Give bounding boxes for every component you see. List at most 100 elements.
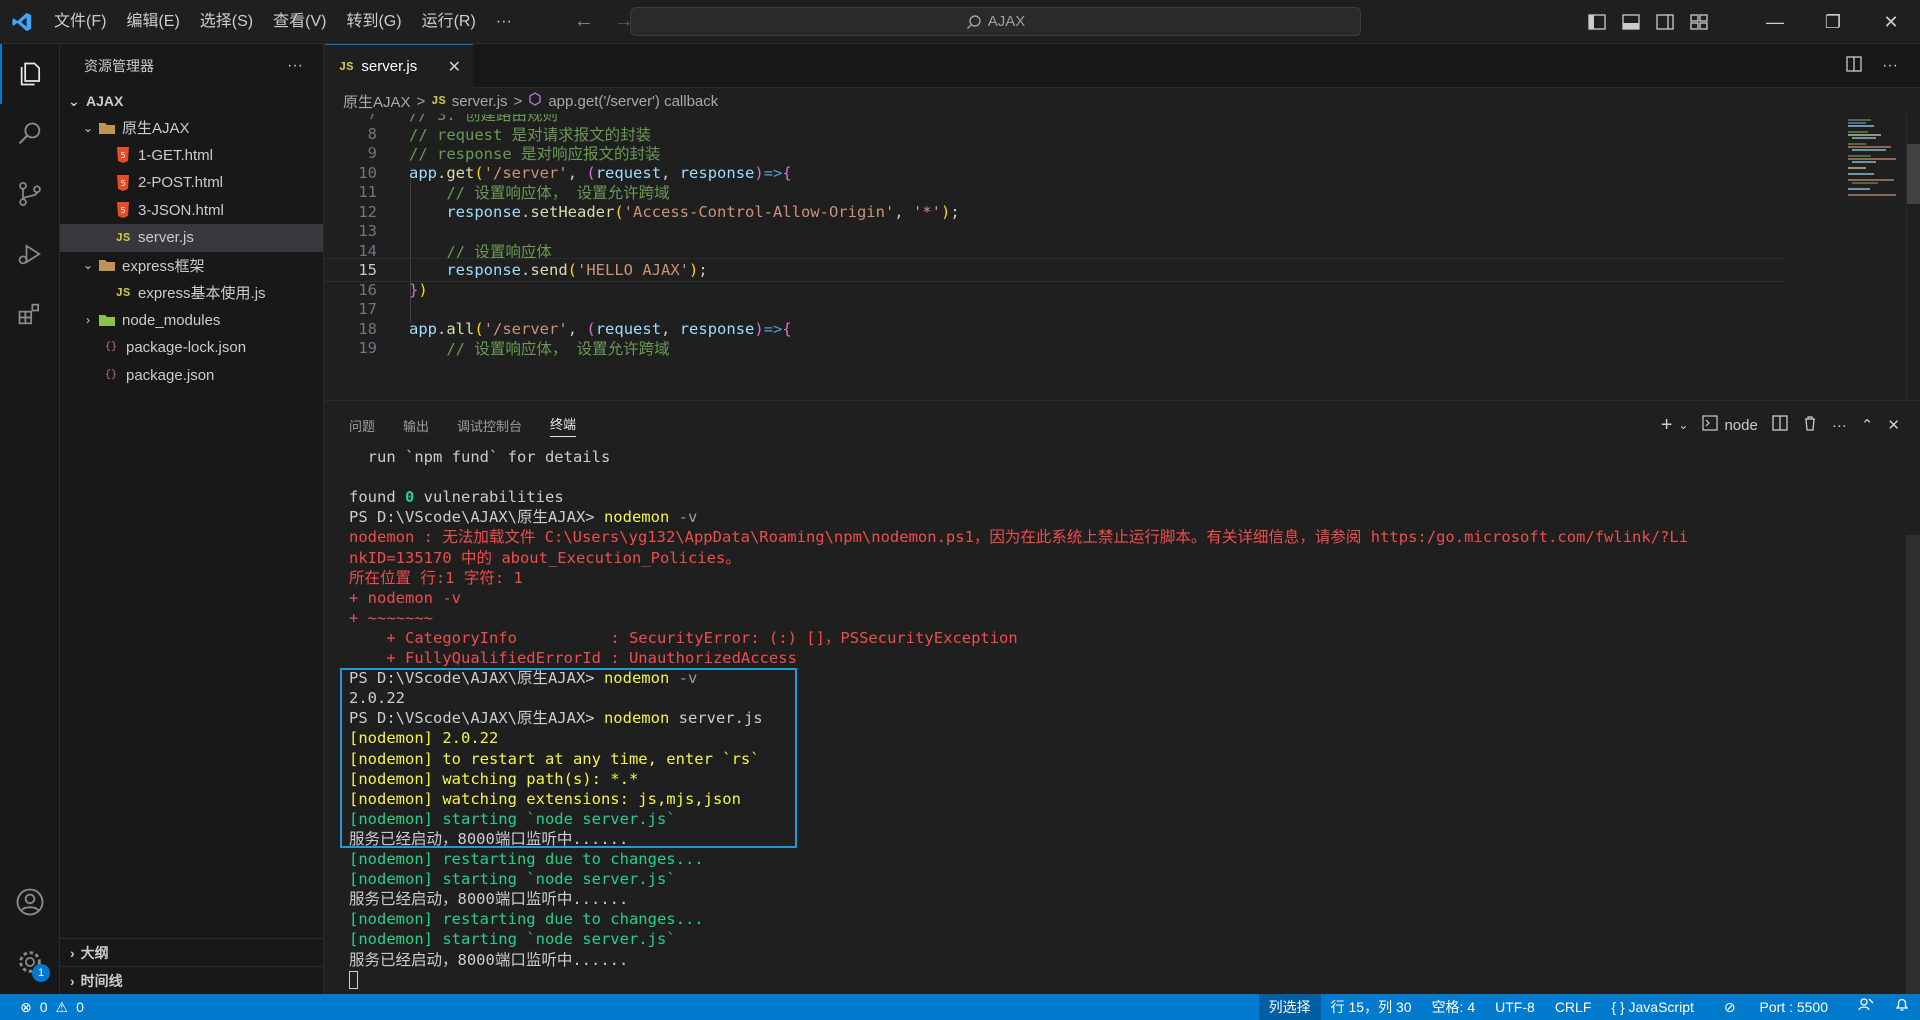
live-server-port[interactable]: ⊘ Port : 5500	[1704, 994, 1848, 1020]
terminal-line: [nodemon] starting `node server.js`	[349, 930, 676, 949]
timeline-section[interactable]: › 时间线	[60, 966, 324, 994]
customize-layout-icon[interactable]	[1682, 0, 1716, 44]
accounts-icon[interactable]	[0, 872, 60, 932]
outline-section[interactable]: › 大纲	[60, 938, 324, 966]
tab-close-icon[interactable]: ✕	[448, 57, 461, 77]
tree-item-express-basic-js[interactable]: JS express基本使用.js	[60, 279, 323, 307]
language-mode[interactable]: { } JavaScript	[1601, 994, 1704, 1020]
code-line[interactable]: 19 // 设置响应体， 设置允许跨域	[325, 336, 1785, 360]
selection-mode[interactable]: 列选择	[1258, 994, 1321, 1020]
line-number: 15	[358, 261, 377, 279]
error-icon: ⊗	[20, 998, 32, 1015]
more-actions-icon[interactable]: ···	[1832, 417, 1847, 434]
line-ending[interactable]: CRLF	[1545, 994, 1602, 1020]
toggle-sidebar-icon[interactable]	[1580, 0, 1614, 44]
menu-run[interactable]: 运行(R)	[412, 0, 486, 44]
indentation[interactable]: 空格: 4	[1422, 994, 1486, 1020]
code-editor[interactable]: 7// 3. 创建路由规则 8// request 是对请求报文的封装 9// re…	[325, 114, 1920, 400]
line-number: 16	[358, 280, 377, 299]
javascript-file-icon: JS	[115, 285, 131, 300]
tree-item-package-json[interactable]: {} package.json	[60, 362, 323, 390]
workspace-root[interactable]: ⌄ AJAX	[60, 88, 323, 114]
terminal-icon	[1702, 415, 1719, 435]
json-file-icon: {}	[104, 369, 117, 381]
tree-item-folder-yuansheng-ajax[interactable]: ⌄ 原生AJAX	[60, 114, 323, 142]
menu-bar: 文件(F) 编辑(E) 选择(S) 查看(V) 转到(G) 运行(R) ···	[44, 0, 522, 44]
new-terminal-plus-icon[interactable]: +	[1661, 414, 1673, 437]
outline-label: 大纲	[80, 944, 109, 961]
tree-item-node-modules[interactable]: › node_modules	[60, 307, 323, 335]
tree-item-folder-express[interactable]: ⌄ express框架	[60, 252, 323, 280]
tree-item-get-html[interactable]: 5 1-GET.html	[60, 142, 323, 170]
explorer-icon[interactable]	[0, 44, 60, 104]
split-terminal-icon[interactable]	[1772, 415, 1788, 435]
command-center-search[interactable]: AJAX	[630, 7, 1361, 36]
explorer-more-button[interactable]: ···	[287, 57, 303, 75]
source-control-icon[interactable]	[0, 164, 60, 224]
problems-indicator[interactable]: ⊗ 0 ⚠ 0	[0, 999, 84, 1016]
minimize-icon[interactable]: —	[1746, 0, 1804, 44]
notifications-bell-icon[interactable]	[1884, 994, 1920, 1020]
menu-view[interactable]: 查看(V)	[263, 0, 336, 44]
search-view-icon[interactable]	[0, 104, 60, 164]
menu-more[interactable]: ···	[486, 0, 522, 44]
folder-open-icon	[96, 121, 118, 135]
line-number: 8	[367, 124, 377, 143]
minimap[interactable]	[1796, 114, 1906, 400]
tree-item-post-html[interactable]: 5 2-POST.html	[60, 169, 323, 197]
terminal-line: + CategoryInfo : SecurityError: (:) []，P…	[349, 628, 1018, 647]
menu-file[interactable]: 文件(F)	[44, 0, 116, 44]
tab-debug-console[interactable]: 调试控制台	[457, 416, 522, 435]
run-debug-icon[interactable]	[0, 224, 60, 284]
maximize-panel-chevron-up-icon[interactable]: ⌃	[1861, 416, 1874, 434]
editor-scrollbar[interactable]	[1906, 114, 1920, 400]
tree-item-server-js[interactable]: JS server.js	[60, 224, 323, 252]
terminal-scrollbar[interactable]	[1906, 535, 1920, 995]
extensions-icon[interactable]	[0, 284, 60, 344]
cursor-position[interactable]: 行 15，列 30	[1321, 994, 1422, 1020]
terminal-name[interactable]: node	[1724, 417, 1757, 434]
breadcrumb-symbol[interactable]: app.get('/server') callback	[548, 93, 718, 110]
menu-edit[interactable]: 编辑(E)	[116, 0, 189, 44]
close-panel-icon[interactable]: ✕	[1887, 416, 1900, 434]
more-actions-icon[interactable]: ···	[1882, 57, 1898, 75]
tab-problems[interactable]: 问题	[349, 416, 375, 435]
toggle-panel-icon[interactable]	[1614, 0, 1648, 44]
trash-icon[interactable]	[1802, 415, 1818, 435]
split-editor-icon[interactable]	[1846, 55, 1862, 77]
toggle-secondary-sidebar-icon[interactable]	[1648, 0, 1682, 44]
tree-item-package-lock-json[interactable]: {} package-lock.json	[60, 334, 323, 362]
encoding[interactable]: UTF-8	[1485, 994, 1545, 1020]
close-window-icon[interactable]: ✕	[1862, 0, 1920, 44]
restore-icon[interactable]: ❐	[1804, 0, 1862, 44]
activity-bar: 1	[0, 44, 60, 994]
explorer-title: 资源管理器	[84, 58, 154, 74]
chevron-right-icon: ›	[70, 972, 75, 989]
breadcrumb-folder[interactable]: 原生AJAX	[343, 91, 411, 112]
feedback-icon[interactable]	[1848, 994, 1884, 1020]
settings-gear-icon[interactable]: 1	[0, 932, 60, 992]
tree-item-json-html[interactable]: 5 3-JSON.html	[60, 197, 323, 225]
menu-go[interactable]: 转到(G)	[336, 0, 411, 44]
terminal-line: found 0 vulnerabilities	[349, 488, 564, 507]
back-arrow-icon[interactable]: ←	[574, 10, 594, 33]
search-icon	[966, 14, 981, 29]
code-text: // 设置响应体， 设置允许跨域	[409, 340, 670, 358]
terminal-line: run `npm fund` for details	[349, 448, 611, 466]
symbol-method-icon	[528, 92, 542, 110]
code-text: app.get('/server', (request, response)=>…	[409, 163, 792, 182]
tree-item-label: node_modules	[122, 311, 221, 329]
terminal-output[interactable]: run `npm fund` for details found 0 vulner…	[349, 447, 1869, 990]
tab-terminal[interactable]: 终端	[550, 414, 577, 437]
editor-actions: ···	[1846, 44, 1920, 88]
terminal-line: [nodemon] 2.0.22	[349, 729, 499, 748]
breadcrumb-file[interactable]: server.js	[452, 93, 508, 110]
tab-server-js[interactable]: JS server.js ✕	[325, 44, 473, 88]
chevron-down-icon: ⌄	[82, 120, 94, 135]
menu-selection[interactable]: 选择(S)	[190, 0, 263, 44]
line-number: 10	[358, 163, 377, 182]
line-number: 19	[358, 339, 377, 357]
chevron-down-icon[interactable]: ⌄	[1678, 418, 1688, 432]
terminal-cursor[interactable]	[349, 970, 358, 990]
tab-output[interactable]: 输出	[403, 416, 429, 435]
